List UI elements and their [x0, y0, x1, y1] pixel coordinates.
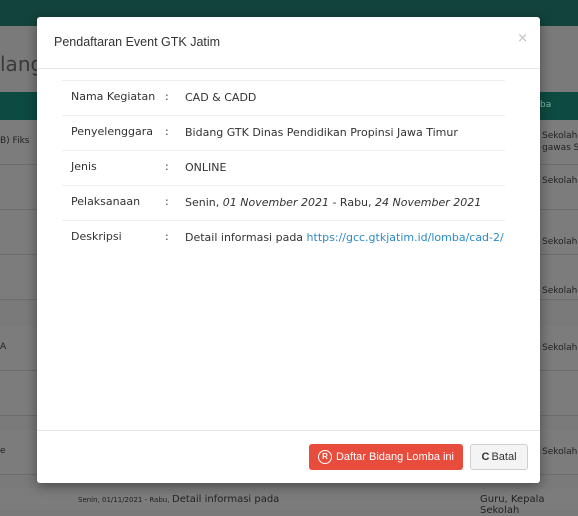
detail-value: Senin, 01 November 2021 - Rabu, 24 Novem…	[185, 195, 505, 211]
background-cell: Sekolah	[542, 286, 578, 296]
event-registration-modal: Pendaftaran Event GTK Jatim × Nama Kegia…	[37, 17, 540, 483]
close-icon[interactable]: ×	[517, 31, 528, 46]
end-day: - Rabu,	[332, 196, 372, 209]
detail-label: Jenis	[71, 160, 97, 173]
detail-row-jenis: Jenis : ONLINE	[62, 150, 505, 185]
detail-row-pelaksanaan: Pelaksanaan : Senin, 01 November 2021 - …	[62, 185, 505, 220]
detail-value: CAD & CADD	[185, 91, 257, 104]
background-cell: e	[0, 446, 6, 456]
background-cell: Sekolah	[542, 237, 578, 247]
refresh-icon: C	[481, 451, 490, 463]
detail-row-deskripsi: Deskripsi : Detail informasi pada https:…	[62, 220, 505, 255]
batal-button-label: Batal	[491, 451, 517, 463]
detail-label: Pelaksanaan	[71, 195, 141, 208]
detail-separator: :	[165, 230, 169, 243]
daftar-bidang-lomba-button[interactable]: R Daftar Bidang Lomba ini	[309, 444, 463, 470]
background-cell: Sekolah	[542, 176, 578, 186]
detail-row-nama-kegiatan: Nama Kegiatan : CAD & CADD	[62, 80, 505, 115]
detail-label: Nama Kegiatan	[71, 90, 156, 103]
detail-row-penyelenggara: Penyelenggara : Bidang GTK Dinas Pendidi…	[62, 115, 505, 150]
background-cell: Sekolah	[542, 447, 578, 457]
background-header-text: ba	[540, 100, 552, 110]
background-target-cell: Guru, Kepala Sekolah	[480, 494, 545, 516]
detail-label: Penyelenggara	[71, 125, 154, 138]
detail-separator: :	[165, 90, 169, 103]
batal-button[interactable]: C Batal	[470, 444, 528, 470]
background-desc-cell: Detail informasi pada	[172, 494, 280, 505]
background-cell: Sekolah	[542, 343, 578, 353]
deskripsi-link[interactable]: https://gcc.gtkjatim.id/lomba/cad-2/	[307, 231, 504, 244]
modal-title: Pendaftaran Event GTK Jatim	[54, 35, 221, 49]
background-cell: Sekolah gawas S	[542, 131, 578, 153]
detail-separator: :	[165, 125, 169, 138]
deskripsi-text: Detail informasi pada	[185, 231, 304, 244]
detail-label: Deskripsi	[71, 230, 122, 243]
end-date: 24 November 2021	[375, 196, 482, 209]
start-date: 01 November 2021	[222, 196, 329, 209]
detail-value: Bidang GTK Dinas Pendidikan Propinsi Jaw…	[185, 126, 458, 139]
detail-value: ONLINE	[185, 161, 227, 174]
detail-separator: :	[165, 195, 169, 208]
modal-footer: R Daftar Bidang Lomba ini C Batal	[37, 430, 540, 483]
daftar-button-label: Daftar Bidang Lomba ini	[335, 451, 454, 463]
modal-header: Pendaftaran Event GTK Jatim ×	[37, 17, 540, 69]
background-bottom-row: Senin, 01/11/2021 - Rabu, Detail informa…	[0, 488, 578, 516]
background-date-cell: Senin, 01/11/2021 - Rabu,	[78, 496, 170, 504]
background-cell: A	[0, 342, 7, 352]
background-cell: B) Fiks	[0, 136, 30, 146]
event-detail-table: Nama Kegiatan : CAD & CADD Penyelenggara…	[62, 80, 505, 255]
detail-value: Detail informasi pada https://gcc.gtkjat…	[185, 230, 505, 246]
start-day: Senin,	[185, 196, 220, 209]
registered-icon: R	[317, 450, 332, 464]
detail-separator: :	[165, 160, 169, 173]
